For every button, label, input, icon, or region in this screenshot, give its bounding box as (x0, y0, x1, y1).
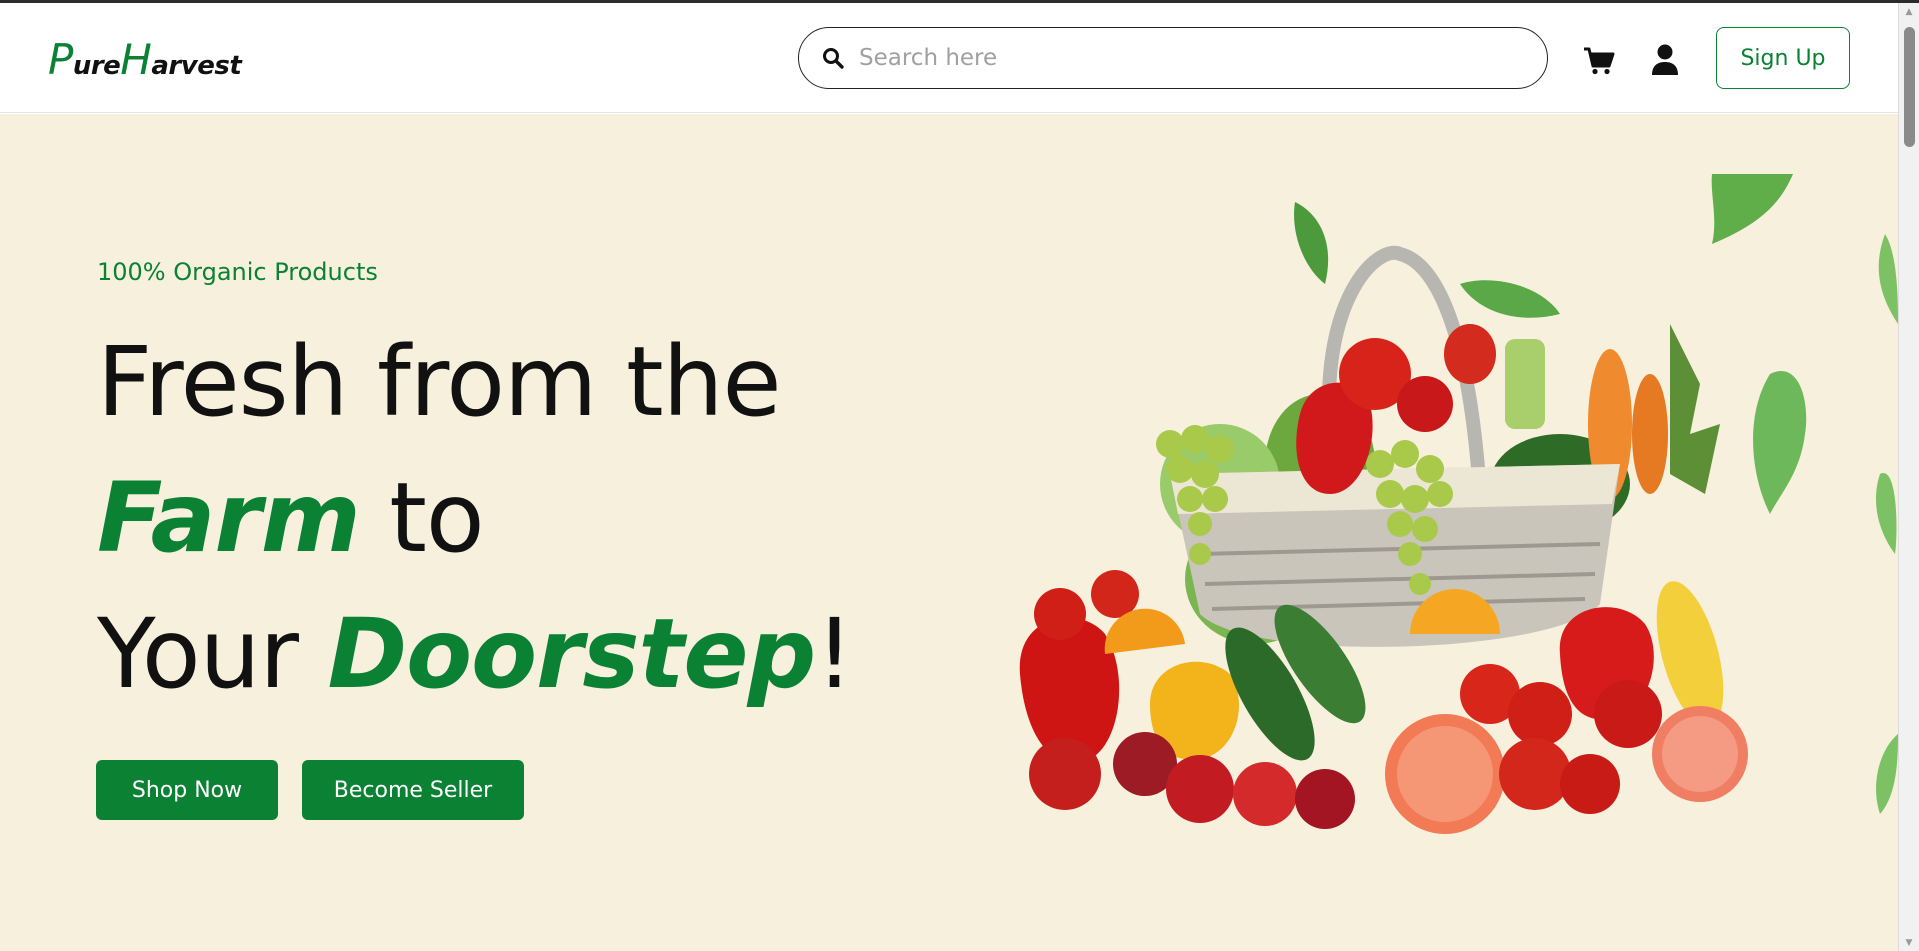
leaf-decoration (1460, 280, 1560, 318)
leaf-decoration (1876, 734, 1898, 814)
headline-line-2: Farm to (97, 450, 877, 586)
search-input[interactable] (859, 45, 1499, 71)
leaf-decoration (1294, 202, 1329, 284)
vegetable-basket-illustration (1019, 174, 1898, 834)
headline-line-3: Your Doorstep! (97, 586, 877, 722)
headline-accent-doorstep: Doorstep (327, 598, 816, 710)
hero-headline: Fresh from the Farm to Your Doorstep! (97, 314, 877, 722)
sign-up-button[interactable]: Sign Up (1716, 27, 1850, 89)
logo-letter-h: H (120, 35, 152, 84)
site-header: PureHarvest Sign Up (0, 3, 1898, 113)
leaf-decoration (1753, 371, 1807, 514)
hero-tagline: 100% Organic Products (97, 258, 378, 286)
leaf-decoration (1878, 234, 1898, 324)
headline-exclamation: ! (815, 598, 853, 710)
search-bar[interactable] (798, 27, 1548, 89)
cart-icon[interactable] (1583, 47, 1615, 75)
logo-text-arvest: arvest (151, 51, 242, 81)
user-icon[interactable] (1651, 44, 1679, 76)
become-seller-button[interactable]: Become Seller (302, 760, 524, 820)
browser-viewport: PureHarvest Sign Up 100% Organic Product… (0, 3, 1898, 951)
headline-line-1: Fresh from the (97, 326, 782, 438)
logo-letter-p: P (48, 35, 73, 84)
hero-section: 100% Organic Products Fresh from the Far… (0, 114, 1898, 951)
site-logo[interactable]: PureHarvest (48, 35, 242, 84)
scrollbar-thumb[interactable] (1904, 27, 1915, 147)
headline-accent-farm: Farm (97, 462, 361, 574)
leaf-decoration (1711, 174, 1793, 244)
vertical-scrollbar[interactable]: ▲ ▼ (1898, 3, 1919, 951)
headline-text-to: to (359, 462, 484, 574)
leaf-decoration (1875, 473, 1897, 554)
search-icon (823, 48, 844, 69)
logo-text-ure: ure (72, 51, 121, 81)
scroll-down-arrow-icon[interactable]: ▼ (1899, 934, 1919, 951)
shop-now-button[interactable]: Shop Now (96, 760, 278, 820)
scroll-up-arrow-icon[interactable]: ▲ (1899, 3, 1919, 20)
headline-text-your: Your (97, 598, 328, 710)
